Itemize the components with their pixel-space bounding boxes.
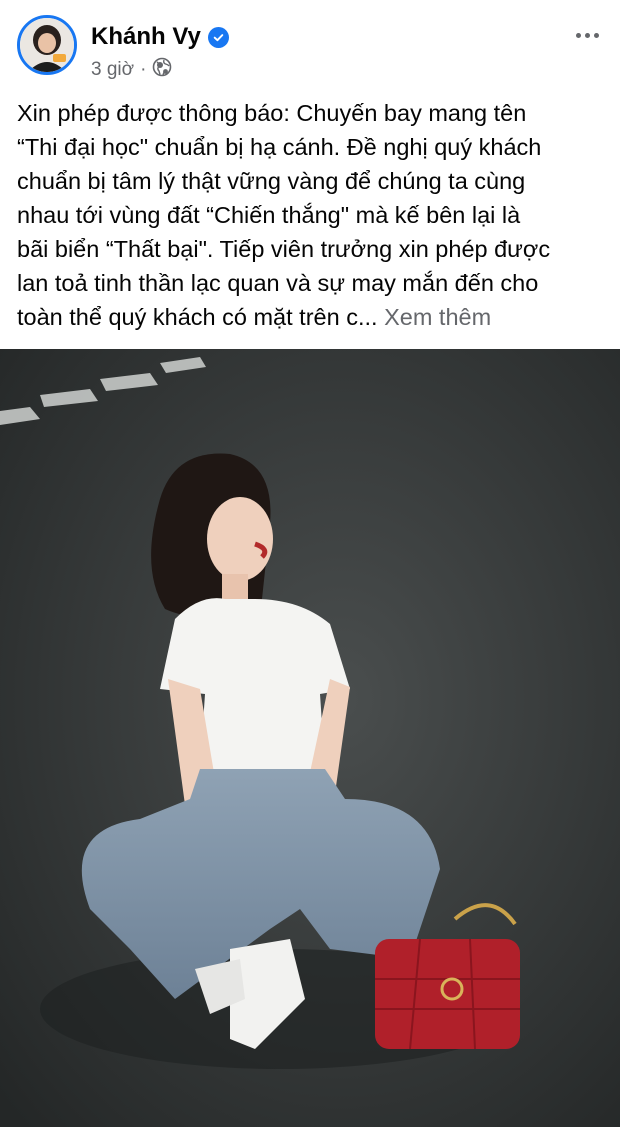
post-photo[interactable] bbox=[0, 349, 620, 1127]
author-name[interactable]: Khánh Vy bbox=[91, 23, 201, 51]
meta-separator: · bbox=[140, 59, 147, 80]
post-text-line: nhau tới vùng đất “Chiến thắng" mà kế bê… bbox=[17, 202, 521, 228]
globe-icon[interactable] bbox=[152, 57, 172, 83]
post-text-line: “Thi đại học" chuẩn bị hạ cánh. Đề nghị … bbox=[17, 134, 542, 160]
post-text: Xin phép được thông báo: Chuyến bay mang… bbox=[17, 96, 607, 334]
post-header: Khánh Vy 3 giờ · bbox=[0, 0, 620, 90]
post-text-line: bãi biển “Thất bại". Tiếp viên trưởng xi… bbox=[17, 236, 551, 262]
post-text-line: lan toả tinh thần lạc quan và sự may mắn… bbox=[17, 270, 539, 296]
avatar-image bbox=[20, 18, 74, 72]
more-options-icon[interactable] bbox=[572, 20, 602, 50]
verified-badge-icon bbox=[207, 26, 229, 48]
post-text-line-last: toàn thể quý khách có mặt trên c... Xem … bbox=[17, 300, 607, 334]
post-photo-image bbox=[0, 349, 620, 1127]
post-text-truncated: toàn thể quý khách có mặt trên c... bbox=[17, 304, 378, 330]
author-avatar[interactable] bbox=[17, 15, 77, 75]
post-text-line: Xin phép được thông báo: Chuyến bay mang… bbox=[17, 100, 527, 126]
post-timestamp[interactable]: 3 giờ bbox=[91, 59, 134, 81]
see-more-link[interactable]: Xem thêm bbox=[384, 304, 491, 330]
post-text-line: chuẩn bị tâm lý thật vững vàng để chúng … bbox=[17, 168, 526, 194]
